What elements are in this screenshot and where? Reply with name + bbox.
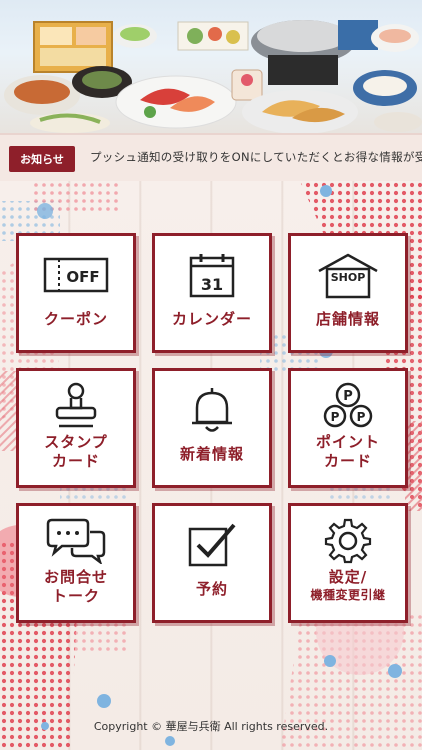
point-coins-icon: P P P	[313, 382, 383, 429]
shop-icon-text: SHOP	[331, 271, 366, 284]
point-icon-text: P	[343, 389, 353, 404]
menu-grid: OFF クーポン 31 カレンダー SHOP 店舗情報 スタンプ カード 新着情…	[0, 181, 422, 750]
settings-label-line1: 設定/	[328, 568, 368, 586]
point-card-tile[interactable]: P P P ポイント カード	[288, 368, 414, 494]
contact-talk-label-line1: お問合せ	[43, 568, 108, 586]
point-card-label-line1: ポイント	[315, 433, 380, 451]
shop-icon: SHOP	[313, 252, 383, 299]
bell-icon	[177, 387, 247, 433]
stamp-card-label-line2: カード	[51, 452, 100, 470]
coupon-label: クーポン	[43, 310, 108, 328]
coupon-tile[interactable]: OFF クーポン	[16, 233, 142, 359]
stamp-icon	[41, 382, 111, 429]
calendar-tile[interactable]: 31 カレンダー	[152, 233, 278, 359]
stamp-card-tile[interactable]: スタンプ カード	[16, 368, 142, 494]
news-label: 新着情報	[179, 445, 244, 463]
calendar-label: カレンダー	[171, 310, 252, 328]
contact-talk-label-line2: トーク	[51, 587, 100, 605]
shop-tile[interactable]: SHOP 店舗情報	[288, 233, 414, 359]
coupon-ticket-icon: OFF	[41, 252, 111, 298]
settings-tile[interactable]: 設定/ 機種変更引継	[288, 503, 414, 629]
news-tile[interactable]: 新着情報	[152, 368, 278, 494]
menu-board: OFF クーポン 31 カレンダー SHOP 店舗情報 スタンプ カード 新着情…	[0, 181, 422, 750]
point-icon-text-right: P	[357, 410, 366, 424]
contact-talk-tile[interactable]: お問合せ トーク	[16, 503, 142, 629]
footer-copyright: Copyright © 華屋与兵衛 All rights reserved.	[93, 720, 329, 733]
shop-label: 店舗情報	[315, 310, 380, 328]
chat-bubbles-icon	[41, 518, 111, 564]
calendar-icon-text: 31	[201, 275, 223, 294]
notice-marquee-text[interactable]: プッシュ通知の受け取りをONにしていただくとお得な情報が受	[90, 149, 422, 169]
point-icon-text-left: P	[331, 410, 340, 424]
food-spread-illustration	[4, 20, 422, 133]
reservation-tile[interactable]: 予約	[152, 503, 278, 629]
point-card-label-line2: カード	[323, 452, 372, 470]
settings-label-line2: 機種変更引継	[310, 588, 386, 602]
hero-food-image	[0, 0, 422, 133]
calendar-icon: 31	[177, 252, 247, 298]
coupon-icon-text: OFF	[66, 268, 99, 286]
stamp-card-label-line1: スタンプ	[44, 433, 108, 451]
reservation-label: 予約	[195, 580, 228, 598]
notice-bar[interactable]: お知らせ プッシュ通知の受け取りをONにしていただくとお得な情報が受	[0, 133, 422, 181]
notice-badge: お知らせ	[9, 146, 75, 172]
checkbox-icon	[177, 522, 247, 568]
gear-icon	[313, 518, 383, 564]
